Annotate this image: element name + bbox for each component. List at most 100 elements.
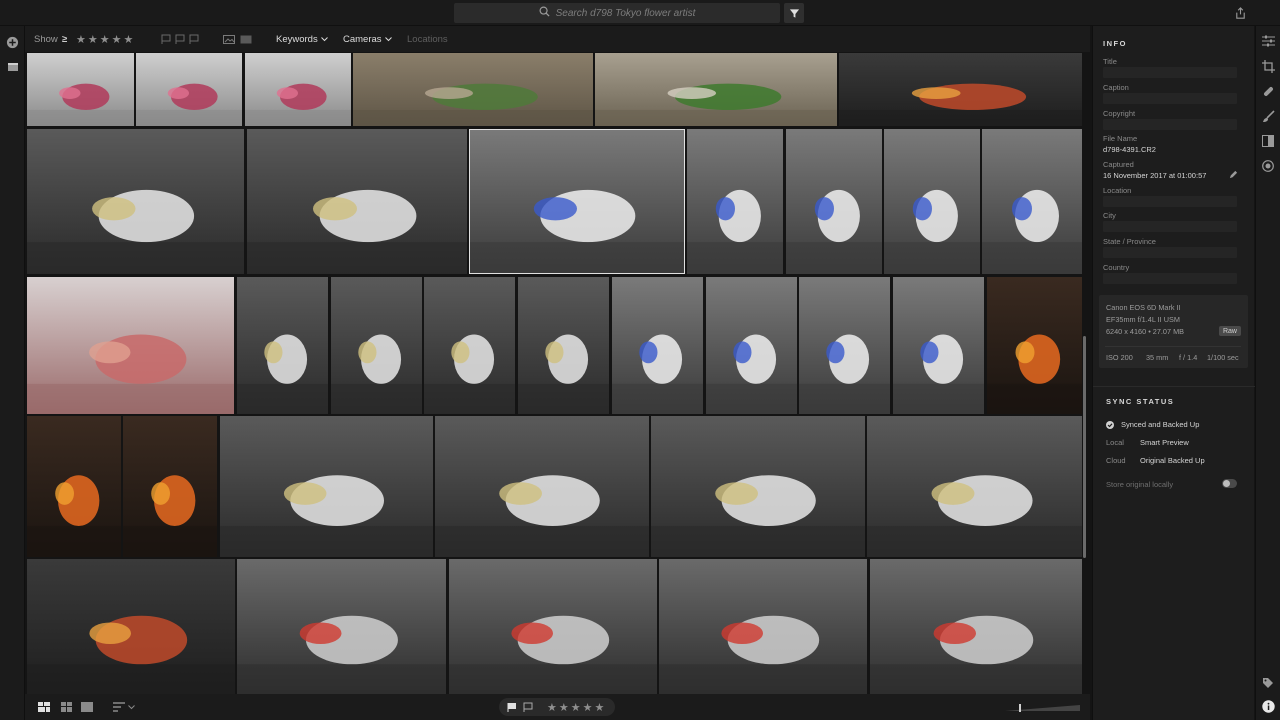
grid-view-square-button[interactable] (61, 702, 72, 715)
photo-arrangement-a[interactable] (687, 129, 783, 274)
photo-arrangement-b[interactable] (786, 129, 882, 274)
photo-workshop-2[interactable] (435, 416, 649, 557)
photo-content (331, 334, 422, 414)
photo-blonde-florist-2[interactable] (247, 129, 467, 274)
photo-lilies-2[interactable] (123, 416, 217, 557)
photo-blonde-florist-1[interactable] (27, 129, 244, 274)
photo-interview-4[interactable] (870, 559, 1082, 694)
share-button[interactable] (1232, 5, 1248, 21)
cameras-dropdown[interactable]: Cameras (343, 26, 392, 52)
photo-vase-2[interactable] (136, 53, 242, 126)
share-icon (1235, 6, 1245, 19)
photo-chef-arr-1[interactable] (237, 277, 328, 414)
locations-dropdown[interactable]: Locations (407, 26, 448, 52)
sync-status-title: SYNC STATUS (1106, 397, 1175, 406)
info-button[interactable] (1261, 699, 1275, 713)
photo-workshop-1[interactable] (220, 416, 433, 557)
photo-interview-3[interactable] (659, 559, 867, 694)
crop-button[interactable] (1261, 59, 1275, 73)
keywords-button[interactable] (1261, 676, 1275, 690)
photo-table-stems-2[interactable] (595, 53, 837, 126)
photo-group-1[interactable] (27, 559, 235, 694)
sort-button[interactable] (113, 702, 135, 712)
photo-arr-tools-4[interactable] (893, 277, 984, 414)
photo-vase-3[interactable] (245, 53, 351, 126)
media-type-filters[interactable] (223, 26, 252, 52)
top-bar: Search d798 Tokyo flower artist (0, 0, 1280, 26)
photo-grid (27, 53, 1082, 694)
search-field[interactable]: Search d798 Tokyo flower artist (454, 3, 780, 23)
photo-content (786, 189, 882, 274)
photo-orange-bouquet[interactable] (987, 277, 1082, 414)
photo-arrangement-c[interactable] (884, 129, 980, 274)
edit-date-button[interactable] (1229, 170, 1238, 182)
right-rail (1255, 26, 1280, 720)
photo-vase-1[interactable] (27, 53, 134, 126)
aperture-value: f / 1.4 (1179, 353, 1198, 362)
photo-arr-tools-1[interactable] (612, 277, 703, 414)
photo-arr-tools-3[interactable] (799, 277, 890, 414)
photo-content (839, 83, 1082, 126)
camera-model: Canon EOS 6D Mark II (1106, 303, 1181, 312)
photo-content (27, 475, 121, 557)
photo-table-stems-1[interactable] (353, 53, 593, 126)
rating-operator[interactable]: ≥ (62, 26, 67, 52)
photo-content (687, 189, 783, 274)
library-button[interactable] (5, 59, 20, 74)
photo-content (123, 475, 217, 557)
captured-label: Captured (1103, 160, 1134, 169)
brush-button[interactable] (1261, 109, 1275, 123)
photo-chef-arr-3[interactable] (424, 277, 515, 414)
copyright-label: Copyright (1103, 109, 1136, 118)
reject-flag-icon[interactable] (523, 702, 533, 712)
chevron-down-icon (384, 36, 392, 41)
healing-brush-button[interactable] (1261, 84, 1275, 98)
brush-icon (1262, 109, 1275, 122)
photo-chef-arr-4[interactable] (518, 277, 609, 414)
photo-arrangement-selected[interactable] (469, 129, 685, 274)
photo-content (27, 83, 134, 126)
photo-content (245, 83, 351, 126)
copyright-field[interactable] (1103, 119, 1237, 130)
photo-content (424, 334, 515, 414)
photo-workshop-4[interactable] (867, 416, 1082, 557)
photo-lilies-1[interactable] (27, 416, 121, 557)
linear-gradient-button[interactable] (1261, 134, 1275, 148)
photo-content (612, 334, 703, 414)
photo-chef-arr-2[interactable] (331, 277, 422, 414)
photo-interview-1[interactable] (237, 559, 446, 694)
photo-hydrangea[interactable] (27, 277, 234, 414)
photo-content (595, 83, 837, 126)
pick-flag-icon[interactable] (507, 702, 517, 712)
detail-view-button[interactable] (81, 702, 93, 715)
state-field[interactable] (1103, 247, 1237, 258)
title-field[interactable] (1103, 67, 1237, 78)
photo-arr-tools-2[interactable] (706, 277, 797, 414)
photo-content (237, 615, 446, 694)
photo-workshop-3[interactable] (651, 416, 865, 557)
grid-scrollbar[interactable] (1083, 336, 1086, 558)
photo-interview-2[interactable] (449, 559, 657, 694)
photo-content (884, 189, 980, 274)
pencil-icon (1229, 170, 1238, 179)
flag-filters[interactable] (161, 26, 199, 52)
photo-florist-hands[interactable] (839, 53, 1082, 126)
thumbnail-size-slider[interactable] (1005, 703, 1080, 712)
keywords-dropdown[interactable]: Keywords (276, 26, 328, 52)
radial-gradient-button[interactable] (1261, 159, 1275, 173)
rating-stars[interactable]: ★★★★★ (547, 701, 606, 714)
country-field[interactable] (1103, 273, 1237, 284)
rating-filter-stars[interactable]: ★★★★★ (76, 26, 135, 52)
grid-view-large-button[interactable] (38, 702, 50, 715)
city-field[interactable] (1103, 221, 1237, 232)
location-field[interactable] (1103, 196, 1237, 207)
caption-label: Caption (1103, 83, 1129, 92)
store-local-toggle[interactable] (1222, 479, 1237, 488)
filter-button[interactable] (784, 3, 804, 23)
edit-button[interactable] (1261, 34, 1275, 48)
cloud-label: Cloud (1106, 456, 1126, 465)
add-photos-button[interactable] (5, 35, 20, 50)
caption-field[interactable] (1103, 93, 1237, 104)
photo-arrangement-d[interactable] (982, 129, 1082, 274)
reject-flag-icon (189, 34, 199, 44)
